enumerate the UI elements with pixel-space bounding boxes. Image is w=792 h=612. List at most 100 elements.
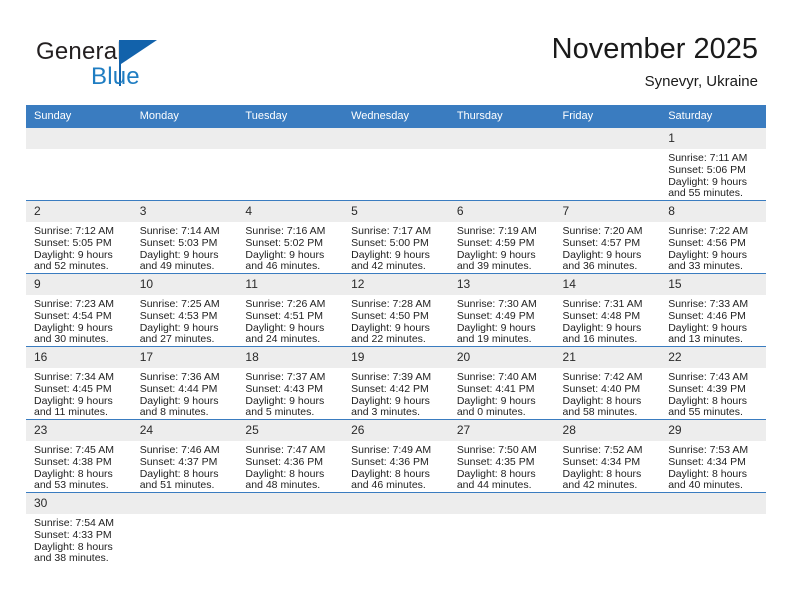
- sun-info-sunset: Sunset: 4:37 PM: [139, 455, 218, 468]
- logo-text-general: General: [36, 38, 123, 65]
- sun-info-daylight2: and 58 minutes.: [562, 406, 638, 419]
- calendar-cell: 2 Sunrise: 7:12 AM Sunset: 5:05 PM Daylight…: [26, 200, 132, 274]
- day-number: [660, 493, 766, 514]
- calendar-cell: 7 Sunrise: 7:20 AM Sunset: 4:57 PM Daylight…: [554, 200, 661, 274]
- day-cell[interactable]: 15 Sunrise: 7:33 AM Sunset: 4:46 PM Dayligh…: [660, 274, 766, 346]
- calendar-cell: 28 Sunrise: 7:52 AM Sunset: 4:34 PM Dayligh…: [554, 419, 661, 493]
- sun-info-sunset: Sunset: 4:45 PM: [34, 382, 112, 395]
- day-sun-info: Sunrise: 7:39 AM Sunset: 4:42 PM Daylight:…: [343, 368, 449, 419]
- sun-info-sunset: Sunset: 4:48 PM: [562, 309, 641, 322]
- sun-info-daylight2: and 0 minutes.: [456, 406, 526, 419]
- day-number: 6: [448, 201, 555, 222]
- calendar-week-row: 23 Sunrise: 7:45 AM Sunset: 4:38 PM Dayligh…: [26, 419, 766, 493]
- day-cell[interactable]: 24 Sunrise: 7:46 AM Sunset: 4:37 PM Dayligh…: [131, 420, 238, 492]
- day-cell[interactable]: 26 Sunrise: 7:49 AM Sunset: 4:36 PM Dayligh…: [343, 420, 449, 492]
- day-number: [343, 128, 449, 149]
- day-cell-empty: [26, 128, 132, 200]
- sun-info-daylight2: and 8 minutes.: [139, 406, 209, 419]
- sun-info-daylight2: and 3 minutes.: [351, 406, 420, 419]
- calendar-cell: [554, 128, 661, 201]
- calendar-cell: 26 Sunrise: 7:49 AM Sunset: 4:36 PM Dayligh…: [343, 419, 449, 493]
- day-number: [131, 493, 238, 514]
- sun-info-sunset: Sunset: 4:39 PM: [668, 382, 746, 395]
- day-cell[interactable]: 18 Sunrise: 7:37 AM Sunset: 4:43 PM Dayligh…: [237, 347, 344, 419]
- day-cell[interactable]: 1 Sunrise: 7:11 AM Sunset: 5:06 PM Daylight…: [660, 128, 766, 200]
- sun-info-daylight2: and 48 minutes.: [245, 479, 321, 492]
- day-cell[interactable]: 5 Sunrise: 7:17 AM Sunset: 5:00 PM Daylight…: [343, 201, 449, 273]
- sun-info-daylight2: and 52 minutes.: [34, 260, 109, 273]
- day-cell[interactable]: 19 Sunrise: 7:39 AM Sunset: 4:42 PM Dayligh…: [343, 347, 449, 419]
- day-cell[interactable]: 30 Sunrise: 7:54 AM Sunset: 4:33 PM Dayligh…: [26, 493, 132, 565]
- sun-info-sunset: Sunset: 5:03 PM: [139, 236, 218, 249]
- day-sun-info: Sunrise: 7:30 AM Sunset: 4:49 PM Daylight:…: [449, 295, 555, 346]
- calendar-body: 1 Sunrise: 7:11 AM Sunset: 5:06 PM Daylight…: [26, 128, 766, 565]
- day-number: 16: [26, 347, 132, 368]
- day-cell-empty: [131, 493, 238, 565]
- day-cell[interactable]: 17 Sunrise: 7:36 AM Sunset: 4:44 PM Dayligh…: [131, 347, 238, 419]
- calendar-grid: Sunday Monday Tuesday Wednesday Thursday Frid…: [26, 105, 766, 565]
- day-cell[interactable]: 10 Sunrise: 7:25 AM Sunset: 4:53 PM Dayligh…: [131, 274, 238, 346]
- day-cell[interactable]: 8 Sunrise: 7:22 AM Sunset: 4:56 PM Daylight…: [660, 201, 766, 273]
- day-number: 10: [131, 274, 238, 295]
- day-cell[interactable]: 20 Sunrise: 7:40 AM Sunset: 4:41 PM Dayligh…: [448, 347, 555, 419]
- sun-info-sunset: Sunset: 4:36 PM: [351, 455, 429, 468]
- day-number: 22: [660, 347, 766, 368]
- day-number: 29: [660, 420, 766, 441]
- day-sun-info: Sunrise: 7:46 AM Sunset: 4:37 PM Daylight:…: [132, 441, 238, 492]
- calendar-cell: 23 Sunrise: 7:45 AM Sunset: 4:38 PM Dayligh…: [26, 419, 132, 493]
- day-cell-empty: [343, 128, 449, 200]
- calendar-cell: 16 Sunrise: 7:34 AM Sunset: 4:45 PM Dayligh…: [26, 346, 132, 420]
- sun-info-daylight2: and 51 minutes.: [139, 479, 215, 492]
- day-cell[interactable]: 25 Sunrise: 7:47 AM Sunset: 4:36 PM Dayligh…: [237, 420, 344, 492]
- logo-text-blue: Blue: [91, 63, 140, 90]
- day-cell[interactable]: 21 Sunrise: 7:42 AM Sunset: 4:40 PM Dayligh…: [554, 347, 661, 419]
- day-cell-empty: [554, 493, 661, 565]
- day-number: 1: [660, 128, 766, 149]
- day-cell[interactable]: 14 Sunrise: 7:31 AM Sunset: 4:48 PM Dayligh…: [554, 274, 661, 346]
- calendar-cell: [237, 128, 344, 201]
- day-cell[interactable]: 16 Sunrise: 7:34 AM Sunset: 4:45 PM Dayligh…: [26, 347, 132, 419]
- day-cell[interactable]: 28 Sunrise: 7:52 AM Sunset: 4:34 PM Dayligh…: [554, 420, 661, 492]
- day-number: [554, 493, 661, 514]
- general-blue-logo[interactable]: General Blue: [36, 38, 216, 96]
- sun-info-sunset: Sunset: 4:36 PM: [245, 455, 324, 468]
- sun-info-daylight2: and 42 minutes.: [351, 260, 426, 273]
- day-cell[interactable]: 13 Sunrise: 7:30 AM Sunset: 4:49 PM Dayligh…: [448, 274, 555, 346]
- day-cell[interactable]: 27 Sunrise: 7:50 AM Sunset: 4:35 PM Dayligh…: [448, 420, 555, 492]
- calendar-cell: [554, 492, 661, 565]
- day-number: 12: [343, 274, 449, 295]
- sun-info-daylight2: and 36 minutes.: [562, 260, 638, 273]
- day-sun-info: Sunrise: 7:42 AM Sunset: 4:40 PM Daylight:…: [555, 368, 661, 419]
- sun-info-sunset: Sunset: 5:06 PM: [668, 163, 746, 176]
- day-sun-info: Sunrise: 7:22 AM Sunset: 4:56 PM Daylight:…: [660, 222, 766, 273]
- calendar-cell: [343, 492, 449, 565]
- day-number: 2: [26, 201, 132, 222]
- weekday-header-wednesday: Wednesday: [343, 105, 449, 128]
- sun-info-daylight2: and 46 minutes.: [245, 260, 321, 273]
- calendar-cell: 29 Sunrise: 7:53 AM Sunset: 4:34 PM Dayligh…: [660, 419, 766, 493]
- sun-info-sunset: Sunset: 4:59 PM: [456, 236, 535, 249]
- calendar-cell: 1 Sunrise: 7:11 AM Sunset: 5:06 PM Daylight…: [660, 128, 766, 201]
- page-title: November 2025: [551, 33, 758, 65]
- day-cell[interactable]: 3 Sunrise: 7:14 AM Sunset: 5:03 PM Daylight…: [131, 201, 238, 273]
- day-number: 11: [237, 274, 344, 295]
- calendar-cell: 6 Sunrise: 7:19 AM Sunset: 4:59 PM Daylight…: [448, 200, 555, 274]
- weekday-header-monday: Monday: [131, 105, 238, 128]
- day-cell[interactable]: 6 Sunrise: 7:19 AM Sunset: 4:59 PM Daylight…: [448, 201, 555, 273]
- day-cell[interactable]: 12 Sunrise: 7:28 AM Sunset: 4:50 PM Dayligh…: [343, 274, 449, 346]
- sun-info-daylight2: and 33 minutes.: [668, 260, 743, 273]
- calendar-cell: 17 Sunrise: 7:36 AM Sunset: 4:44 PM Dayligh…: [131, 346, 238, 420]
- day-cell[interactable]: 9 Sunrise: 7:23 AM Sunset: 4:54 PM Daylight…: [26, 274, 132, 346]
- day-cell[interactable]: 22 Sunrise: 7:43 AM Sunset: 4:39 PM Dayligh…: [660, 347, 766, 419]
- day-cell[interactable]: 29 Sunrise: 7:53 AM Sunset: 4:34 PM Dayligh…: [660, 420, 766, 492]
- calendar-cell: 27 Sunrise: 7:50 AM Sunset: 4:35 PM Dayligh…: [448, 419, 555, 493]
- day-cell[interactable]: 11 Sunrise: 7:26 AM Sunset: 4:51 PM Dayligh…: [237, 274, 344, 346]
- day-sun-info: Sunrise: 7:54 AM Sunset: 4:33 PM Daylight:…: [26, 514, 132, 565]
- day-cell[interactable]: 2 Sunrise: 7:12 AM Sunset: 5:05 PM Daylight…: [26, 201, 132, 273]
- day-cell[interactable]: 7 Sunrise: 7:20 AM Sunset: 4:57 PM Daylight…: [554, 201, 661, 273]
- day-sun-info: Sunrise: 7:23 AM Sunset: 4:54 PM Daylight:…: [26, 295, 132, 346]
- sun-info-sunset: Sunset: 4:46 PM: [668, 309, 746, 322]
- day-cell[interactable]: 23 Sunrise: 7:45 AM Sunset: 4:38 PM Dayligh…: [26, 420, 132, 492]
- day-number: 24: [131, 420, 238, 441]
- day-cell[interactable]: 4 Sunrise: 7:16 AM Sunset: 5:02 PM Daylight…: [237, 201, 344, 273]
